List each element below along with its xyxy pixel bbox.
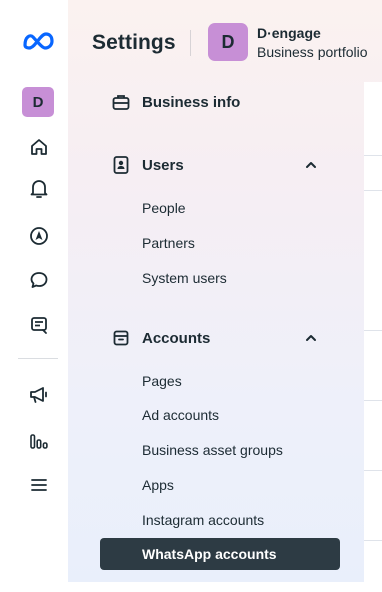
nav-item-instagram-accounts[interactable]: Instagram accounts: [142, 512, 264, 528]
nav-item-whatsapp-accounts-label: WhatsApp accounts: [142, 546, 277, 562]
content-area-edge: [364, 82, 382, 582]
home-icon[interactable]: [22, 130, 56, 164]
nav-users-label: Users: [142, 156, 184, 174]
nav-item-business-asset-groups[interactable]: Business asset groups: [142, 442, 283, 458]
portfolio-subtitle: Business portfolio: [257, 44, 368, 60]
rail-divider: [18, 358, 58, 359]
nav-accounts[interactable]: Accounts: [110, 327, 210, 349]
insights-icon[interactable]: [22, 424, 56, 458]
archive-box-icon: [110, 327, 132, 349]
bell-icon[interactable]: [22, 172, 56, 206]
ads-manager-icon[interactable]: [22, 308, 56, 342]
nav-accounts-label: Accounts: [142, 329, 211, 347]
user-badge-icon: [110, 154, 132, 176]
left-rail: D: [0, 0, 68, 592]
content-divider: [364, 540, 382, 541]
portfolio-avatar[interactable]: D: [208, 23, 248, 61]
nav-item-apps[interactable]: Apps: [142, 477, 174, 493]
nav-item-pages[interactable]: Pages: [142, 373, 182, 389]
portfolio-name[interactable]: D·engage: [257, 25, 321, 41]
megaphone-icon[interactable]: [22, 378, 56, 412]
meta-logo-icon[interactable]: [22, 24, 56, 58]
nav-item-whatsapp-accounts[interactable]: WhatsApp accounts: [100, 538, 340, 570]
account-avatar[interactable]: D: [22, 87, 54, 117]
menu-icon[interactable]: [22, 468, 56, 502]
nav-item-partners[interactable]: Partners: [142, 235, 195, 251]
chevron-up-icon[interactable]: [303, 157, 319, 173]
account-avatar-initial: D: [32, 93, 44, 111]
chevron-up-icon[interactable]: [303, 330, 319, 346]
header-separator: [190, 30, 191, 56]
content-divider: [364, 155, 382, 156]
content-divider: [364, 190, 382, 191]
page-title: Settings: [92, 31, 176, 54]
settings-panel: [68, 0, 382, 582]
briefcase-icon: [110, 91, 132, 113]
chat-icon[interactable]: [22, 263, 56, 297]
portfolio-avatar-initial: D: [221, 31, 235, 52]
content-divider: [364, 330, 382, 331]
nav-business-info[interactable]: Business info: [110, 91, 240, 113]
content-divider: [364, 470, 382, 471]
compass-icon[interactable]: [22, 219, 56, 253]
nav-item-system-users[interactable]: System users: [142, 270, 227, 286]
nav-item-people[interactable]: People: [142, 200, 186, 216]
content-divider: [364, 400, 382, 401]
nav-users[interactable]: Users: [110, 154, 184, 176]
nav-item-ad-accounts[interactable]: Ad accounts: [142, 407, 219, 423]
nav-business-info-label: Business info: [142, 93, 241, 111]
